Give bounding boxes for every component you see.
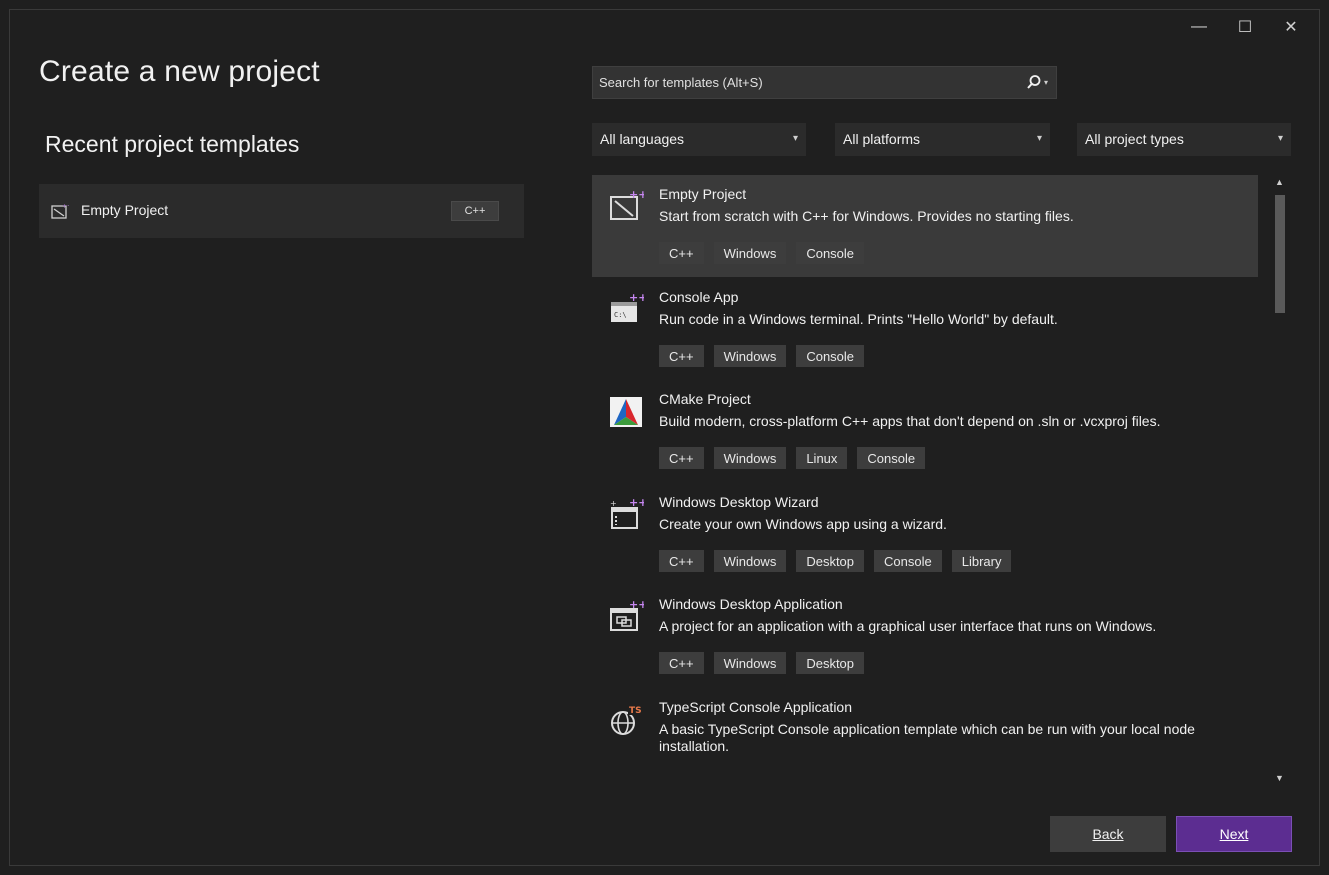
- scroll-down-icon[interactable]: ▼: [1275, 773, 1284, 783]
- recent-template-item[interactable]: ++ Empty Project C++: [39, 184, 524, 238]
- scrollbar-thumb[interactable]: [1275, 195, 1285, 313]
- maximize-button[interactable]: ☐: [1222, 10, 1268, 44]
- empty-project-icon: ++: [51, 203, 69, 219]
- template-tags: C++ Windows Desktop: [659, 652, 865, 674]
- scroll-up-icon[interactable]: ▲: [1275, 177, 1284, 187]
- template-name: Windows Desktop Application: [659, 596, 843, 612]
- svg-text:++: ++: [629, 598, 644, 611]
- template-item-cmake-project[interactable]: CMake Project Build modern, cross-platfo…: [592, 380, 1258, 483]
- search-placeholder: Search for templates (Alt+S): [599, 75, 763, 90]
- svg-text:TS: TS: [629, 706, 642, 716]
- template-description: A basic TypeScript Console application t…: [659, 721, 1195, 754]
- chevron-down-icon: ▾: [1043, 77, 1048, 87]
- project-type-filter-label: All project types: [1085, 131, 1184, 147]
- template-name: Console App: [659, 289, 739, 305]
- template-name: Windows Desktop Wizard: [659, 494, 819, 510]
- template-tag: Windows: [713, 242, 787, 264]
- empty-project-icon: ++: [610, 188, 644, 220]
- svg-text:++: ++: [62, 203, 69, 210]
- template-tag: Windows: [713, 447, 787, 469]
- recent-template-label: Empty Project: [81, 202, 169, 218]
- template-description: Start from scratch with C++ for Windows.…: [659, 208, 1074, 224]
- back-button-label: Back: [1092, 826, 1124, 842]
- template-tags: C++ Windows Linux Console: [659, 447, 926, 469]
- template-tag: Windows: [713, 345, 787, 367]
- svg-text:++: ++: [629, 496, 644, 509]
- svg-text:C:\: C:\: [614, 311, 627, 319]
- template-item-typescript-console-application[interactable]: TS TypeScript Console Application A basi…: [592, 688, 1258, 785]
- chevron-down-icon: ▾: [1277, 133, 1283, 144]
- template-tag: Desktop: [796, 652, 865, 674]
- recent-template-tag: C++: [451, 201, 499, 221]
- language-filter-label: All languages: [600, 131, 685, 147]
- console-app-icon: C:\ ++: [611, 291, 644, 322]
- svg-text:+: +: [610, 499, 617, 508]
- template-item-windows-desktop-wizard[interactable]: + ++ Windows Desktop Wizard Create your …: [592, 483, 1258, 585]
- template-tag: Linux: [796, 447, 848, 469]
- close-button[interactable]: ✕: [1268, 10, 1314, 44]
- chevron-down-icon: ▾: [792, 133, 798, 144]
- template-tag: Console: [857, 447, 926, 469]
- template-tag: C++: [659, 550, 704, 572]
- template-description: Create your own Windows app using a wiza…: [659, 516, 947, 532]
- minimize-button[interactable]: —: [1176, 10, 1222, 44]
- template-list: ++ Empty Project Start from scratch with…: [592, 175, 1258, 785]
- language-filter[interactable]: All languages ▾: [592, 123, 806, 156]
- template-tag: C++: [659, 447, 704, 469]
- template-list-scrollbar[interactable]: ▲ ▼: [1270, 175, 1290, 785]
- template-tag: C++: [659, 652, 704, 674]
- template-description: Build modern, cross-platform C++ apps th…: [659, 413, 1161, 429]
- template-tags: C++ Windows Desktop Console Library: [659, 550, 1012, 572]
- minimize-icon: —: [1191, 18, 1207, 35]
- template-name: Empty Project: [659, 186, 747, 202]
- next-button[interactable]: Next: [1176, 816, 1292, 852]
- search-icon[interactable]: ▾: [1026, 74, 1048, 90]
- template-tags: C++ Windows Console: [659, 242, 865, 264]
- next-button-label: Next: [1219, 826, 1249, 842]
- template-name: CMake Project: [659, 391, 751, 407]
- maximize-icon: ☐: [1237, 19, 1253, 36]
- template-name: TypeScript Console Application: [659, 699, 852, 715]
- close-icon: ✕: [1284, 19, 1298, 36]
- create-project-dialog: — ☐ ✕ Create a new project Recent projec…: [9, 9, 1320, 866]
- wizard-icon: + ++: [610, 496, 644, 529]
- template-tag: Windows: [713, 652, 787, 674]
- template-tag: C++: [659, 345, 704, 367]
- desktop-app-icon: ++: [610, 598, 644, 631]
- recent-templates-heading: Recent project templates: [45, 131, 300, 157]
- chevron-down-icon: ▾: [1036, 133, 1042, 144]
- template-description: Run code in a Windows terminal. Prints "…: [659, 311, 1058, 327]
- template-item-empty-project[interactable]: ++ Empty Project Start from scratch with…: [592, 175, 1258, 277]
- typescript-icon: TS: [611, 704, 642, 735]
- project-type-filter[interactable]: All project types ▾: [1077, 123, 1291, 156]
- template-tag: Windows: [713, 550, 787, 572]
- platform-filter[interactable]: All platforms ▾: [835, 123, 1050, 156]
- page-title: Create a new project: [39, 55, 320, 88]
- template-tags: C++ Windows Console: [659, 345, 865, 367]
- template-item-windows-desktop-application[interactable]: ++ Windows Desktop Application A project…: [592, 585, 1258, 688]
- template-tag: C++: [659, 242, 704, 264]
- svg-text:++: ++: [629, 188, 644, 201]
- svg-text:++: ++: [629, 291, 644, 304]
- back-button[interactable]: Back: [1050, 816, 1166, 852]
- platform-filter-label: All platforms: [843, 131, 921, 147]
- template-tag: Desktop: [796, 550, 865, 572]
- template-tag: Console: [796, 242, 865, 264]
- search-input[interactable]: Search for templates (Alt+S) ▾: [592, 66, 1057, 99]
- template-description: A project for an application with a grap…: [659, 618, 1157, 634]
- template-tag: Console: [796, 345, 865, 367]
- cmake-icon: [610, 397, 642, 427]
- template-tag: Console: [874, 550, 942, 572]
- template-tag: Library: [951, 550, 1012, 572]
- template-item-console-app[interactable]: C:\ ++ Console App Run code in a Windows…: [592, 278, 1258, 380]
